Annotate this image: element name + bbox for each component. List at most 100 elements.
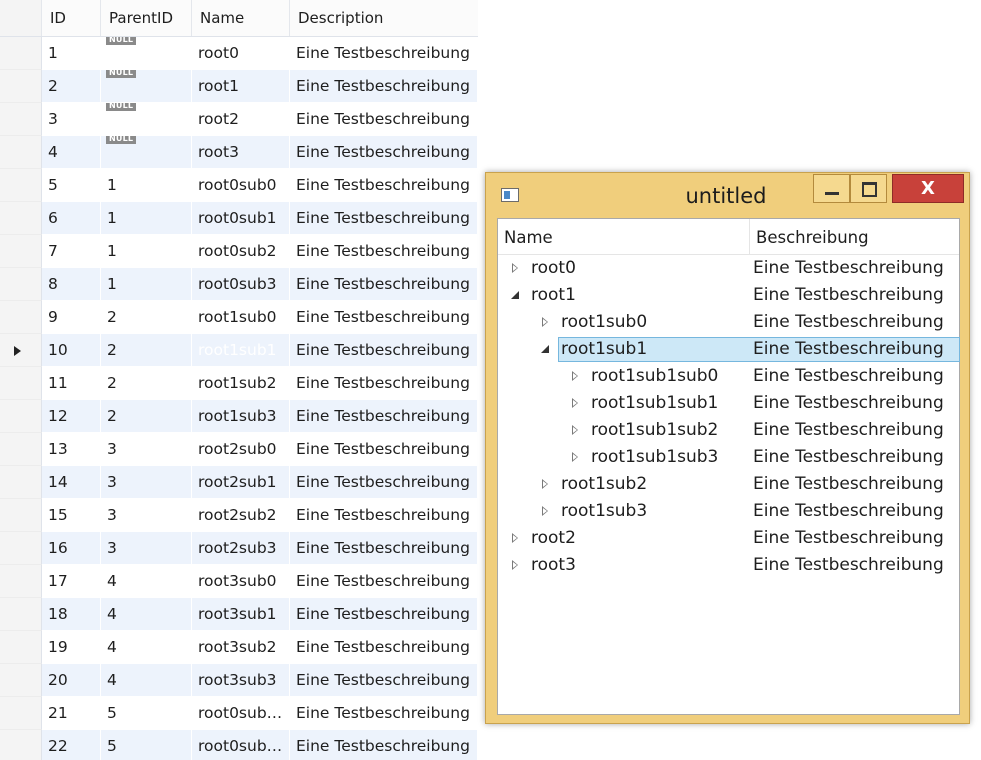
minimize-button[interactable] [813,174,850,203]
cell-id[interactable]: 5 [42,169,101,202]
cell-name[interactable]: root1sub2 [192,367,290,400]
cell-id[interactable]: 8 [42,268,101,301]
table-row[interactable]: 18 4 root3sub1 Eine Testbeschreibung [0,598,478,631]
column-header-beschreibung[interactable]: Beschreibung [750,219,959,254]
cell-parentid[interactable]: NULL [101,103,192,136]
cell-parentid[interactable]: 2 [101,367,192,400]
cell-description[interactable]: Eine Testbeschreibung [290,37,478,70]
cell-id[interactable]: 17 [42,565,101,598]
cell-id[interactable]: 11 [42,367,101,400]
cell-name[interactable]: root3 [192,136,290,169]
tree-item[interactable]: root1sub1sub2 Eine Testbeschreibung [498,417,959,444]
cell-id[interactable]: 16 [42,532,101,565]
tree-item[interactable]: root1sub1 Eine Testbeschreibung [498,336,960,363]
cell-id[interactable]: 7 [42,235,101,268]
tree-item[interactable]: root0 Eine Testbeschreibung [498,255,959,282]
table-row[interactable]: 13 3 root2sub0 Eine Testbeschreibung [0,433,478,466]
collapsed-triangle-icon[interactable] [509,260,523,276]
cell-description[interactable]: Eine Testbeschreibung [290,202,478,235]
cell-name[interactable]: root3sub2 [192,631,290,664]
collapsed-triangle-icon[interactable] [509,530,523,546]
row-selector[interactable] [0,400,42,433]
cell-id[interactable]: 3 [42,103,101,136]
cell-description[interactable]: Eine Testbeschreibung [290,367,478,400]
table-row[interactable]: 5 1 root0sub0 Eine Testbeschreibung [0,169,478,202]
cell-description[interactable]: Eine Testbeschreibung [290,631,478,664]
table-row[interactable]: 15 3 root2sub2 Eine Testbeschreibung [0,499,478,532]
tree-item[interactable]: root1sub1sub1 Eine Testbeschreibung [498,390,959,417]
cell-id[interactable]: 14 [42,466,101,499]
cell-id[interactable]: 1 [42,37,101,70]
collapsed-triangle-icon[interactable] [569,395,583,411]
tree-item[interactable]: root2 Eine Testbeschreibung [498,525,959,552]
row-selector[interactable] [0,136,42,169]
table-row[interactable]: 9 2 root1sub0 Eine Testbeschreibung [0,301,478,334]
cell-id[interactable]: 21 [42,697,101,730]
table-row[interactable]: 16 3 root2sub3 Eine Testbeschreibung [0,532,478,565]
cell-name[interactable]: root3sub0 [192,565,290,598]
column-header-name[interactable]: Name [498,219,750,254]
cell-description[interactable]: Eine Testbeschreibung [290,598,478,631]
collapsed-triangle-icon[interactable] [569,422,583,438]
cell-parentid[interactable]: 5 [101,730,192,760]
maximize-button[interactable] [850,174,887,203]
cell-name[interactable]: root2sub1 [192,466,290,499]
cell-parentid[interactable]: 4 [101,631,192,664]
cell-id[interactable]: 18 [42,598,101,631]
cell-description[interactable]: Eine Testbeschreibung [290,301,478,334]
table-row[interactable]: 19 4 root3sub2 Eine Testbeschreibung [0,631,478,664]
tree-item[interactable]: root1sub0 Eine Testbeschreibung [498,309,959,336]
cell-name[interactable]: root0sub2 [192,235,290,268]
cell-parentid[interactable]: 4 [101,598,192,631]
tree-item[interactable]: root3 Eine Testbeschreibung [498,552,959,579]
cell-name[interactable]: root1sub1 [192,334,290,367]
tree-item[interactable]: root1sub1sub3 Eine Testbeschreibung [498,444,959,471]
cell-name[interactable]: root0sub1 [192,202,290,235]
row-selector[interactable] [0,499,42,532]
cell-description[interactable]: Eine Testbeschreibung [290,532,478,565]
cell-parentid[interactable]: 1 [101,235,192,268]
cell-id[interactable]: 4 [42,136,101,169]
cell-id[interactable]: 13 [42,433,101,466]
row-selector[interactable] [0,37,42,70]
cell-parentid[interactable]: 1 [101,268,192,301]
table-row[interactable]: 3 NULL root2 Eine Testbeschreibung [0,103,478,136]
row-selector[interactable] [0,103,42,136]
row-selector-header[interactable] [0,0,42,36]
cell-description[interactable]: Eine Testbeschreibung [290,235,478,268]
row-selector[interactable] [0,598,42,631]
table-row[interactable]: 22 5 root0sub… Eine Testbeschreibung [0,730,478,760]
cell-name[interactable]: root2sub3 [192,532,290,565]
cell-description[interactable]: Eine Testbeschreibung [290,103,478,136]
collapsed-triangle-icon[interactable] [569,449,583,465]
row-selector[interactable] [0,70,42,103]
table-row[interactable]: 11 2 root1sub2 Eine Testbeschreibung [0,367,478,400]
cell-description[interactable]: Eine Testbeschreibung [290,664,478,697]
cell-description[interactable]: Eine Testbeschreibung [290,466,478,499]
collapsed-triangle-icon[interactable] [509,557,523,573]
expanded-triangle-icon[interactable] [539,341,553,357]
tree-item[interactable]: root1 Eine Testbeschreibung [498,282,959,309]
cell-description[interactable]: Eine Testbeschreibung [290,136,478,169]
cell-description[interactable]: Eine Testbeschreibung [290,730,478,760]
row-selector[interactable] [0,268,42,301]
cell-parentid[interactable]: 2 [101,301,192,334]
cell-description[interactable]: Eine Testbeschreibung [290,400,478,433]
row-selector[interactable] [0,367,42,400]
row-selector[interactable] [0,466,42,499]
cell-name[interactable]: root0sub… [192,697,290,730]
cell-id[interactable]: 2 [42,70,101,103]
cell-description[interactable]: Eine Testbeschreibung [290,499,478,532]
cell-name[interactable]: root2sub2 [192,499,290,532]
row-selector[interactable] [0,565,42,598]
cell-name[interactable]: root1sub3 [192,400,290,433]
cell-id[interactable]: 6 [42,202,101,235]
cell-name[interactable]: root1sub0 [192,301,290,334]
cell-description[interactable]: Eine Testbeschreibung [290,169,478,202]
tree-item[interactable]: root1sub1sub0 Eine Testbeschreibung [498,363,959,390]
row-selector[interactable] [0,730,42,760]
cell-parentid[interactable]: 5 [101,697,192,730]
cell-description[interactable]: Eine Testbeschreibung [290,433,478,466]
cell-parentid[interactable]: NULL [101,136,192,169]
collapsed-triangle-icon[interactable] [539,476,553,492]
